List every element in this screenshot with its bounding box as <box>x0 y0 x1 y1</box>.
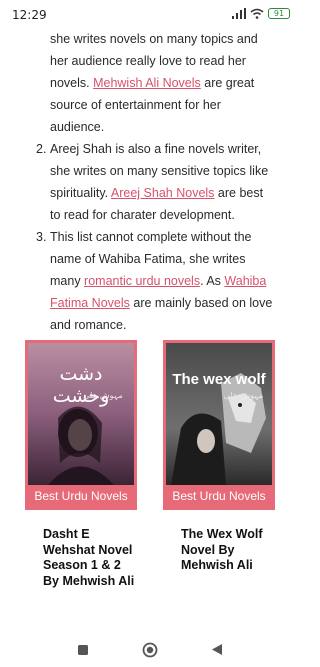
link-areej-shah-novels[interactable]: Areej Shah Novels <box>111 186 215 200</box>
home-icon[interactable] <box>139 639 161 661</box>
book-card[interactable]: The wex wolf مہوش علی Best Urdu Novels T… <box>163 340 275 574</box>
book-title[interactable]: The Wex Wolf Novel By Mehwish Ali <box>163 527 275 574</box>
list-number: 2. <box>36 142 47 156</box>
list-item: 3. This list cannot complete without the… <box>0 226 300 336</box>
back-icon[interactable] <box>206 639 228 661</box>
article-body: she writes novels on many topics and her… <box>0 28 300 336</box>
status-bar: 12:29 91 <box>0 0 300 28</box>
link-mehwish-ali-novels[interactable]: Mehwish Ali Novels <box>93 76 201 90</box>
list-item-continuation: she writes novels on many topics and her… <box>50 32 258 134</box>
book-cover-the-wex-wolf[interactable]: The wex wolf مہوش علی Best Urdu Novels <box>163 340 275 510</box>
cover-band: Best Urdu Novels <box>28 485 134 507</box>
web-content[interactable]: she writes novels on many topics and her… <box>0 28 300 628</box>
signal-icon <box>232 8 246 19</box>
cover-art <box>166 343 272 485</box>
cover-urdu-author: مہوش علی <box>223 391 264 400</box>
writers-list: 2. Areej Shah is also a fine novels writ… <box>0 138 300 336</box>
book-cards: دشت وحشت مہوش علی Best Urdu Novels Dasht… <box>0 340 300 628</box>
cover-urdu-title: دشت وحشت <box>52 363 110 407</box>
link-romantic-urdu-novels[interactable]: romantic urdu novels <box>84 274 200 288</box>
recents-icon[interactable] <box>72 639 94 661</box>
cover-heading: The wex wolf <box>172 371 266 388</box>
wifi-icon <box>250 8 264 19</box>
cover-urdu-author: مہوش علی <box>83 391 123 400</box>
status-time: 12:29 <box>12 8 47 22</box>
battery-icon: 91 <box>268 8 290 19</box>
navigation-bar <box>0 632 300 667</box>
list-number: 3. <box>36 230 47 244</box>
list-item: 2. Areej Shah is also a fine novels writ… <box>0 138 300 226</box>
book-card[interactable]: دشت وحشت مہوش علی Best Urdu Novels Dasht… <box>25 340 137 589</box>
book-cover-dasht-e-wehshat[interactable]: دشت وحشت مہوش علی Best Urdu Novels <box>25 340 137 510</box>
book-title[interactable]: Dasht E Wehshat Novel Season 1 & 2 By Me… <box>25 527 137 589</box>
status-icons: 91 <box>232 8 290 19</box>
cover-band: Best Urdu Novels <box>166 485 272 507</box>
